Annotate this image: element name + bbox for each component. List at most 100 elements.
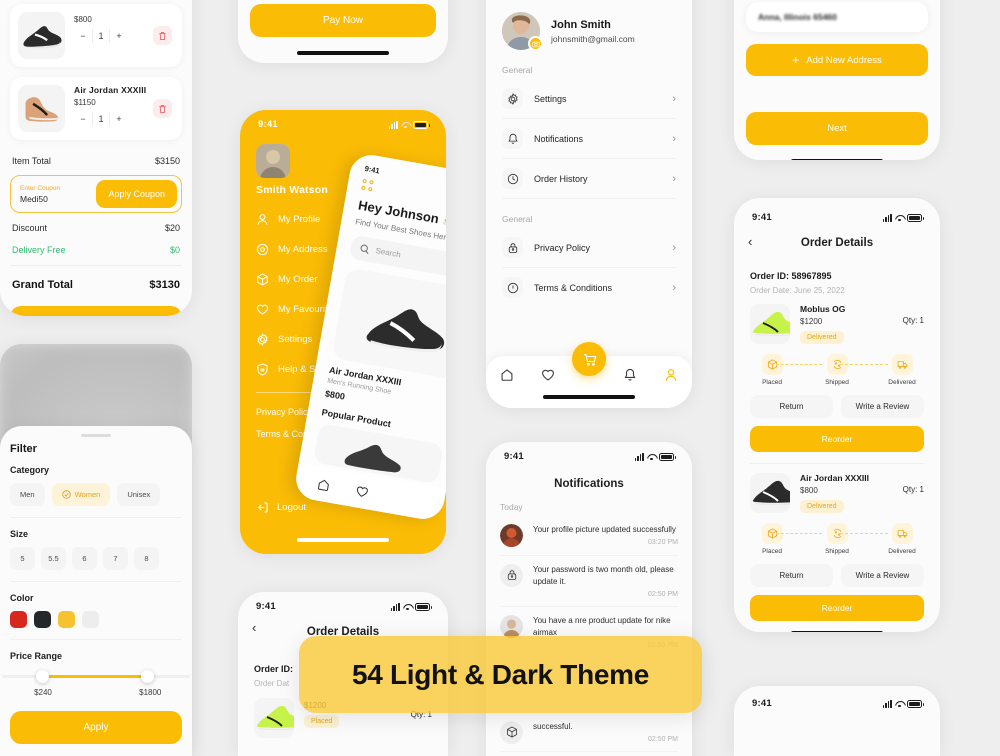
logout-button[interactable]: Logout	[256, 501, 306, 514]
avatar[interactable]	[502, 12, 543, 51]
notification-text: Your profile picture updated successfull…	[533, 525, 676, 534]
chip-women[interactable]: Women	[51, 483, 111, 506]
list-item-privacy-policy[interactable]: Privacy Policy ›	[486, 228, 692, 267]
slider-fill	[43, 675, 149, 678]
cart-fab-button[interactable]	[572, 342, 606, 376]
color-swatch-white[interactable]	[82, 611, 99, 628]
discount-label: Discount	[12, 223, 48, 233]
reorder-button[interactable]: Reorder	[750, 426, 924, 452]
increment-button[interactable]: +	[110, 29, 128, 43]
avatar[interactable]	[256, 144, 290, 178]
increment-button[interactable]: +	[110, 112, 128, 126]
heart-icon[interactable]	[355, 484, 370, 499]
quantity-value: 1	[92, 29, 110, 43]
chip-unisex[interactable]: Unisex	[117, 483, 161, 506]
proceed-to-checkout-button[interactable]: Proceed to Checkout	[10, 306, 182, 316]
divider	[750, 463, 924, 464]
product-thumbnail	[750, 304, 790, 344]
color-swatches	[10, 611, 182, 628]
gear-icon	[502, 88, 523, 109]
list-item[interactable]: You have a nre product update for nike	[486, 752, 692, 756]
add-new-address-button[interactable]: + Add New Address	[746, 44, 928, 76]
home-icon[interactable]	[316, 477, 331, 492]
list-item[interactable]: Your profile picture updated successfull…	[486, 516, 692, 555]
chip-men[interactable]: Men	[10, 483, 45, 506]
list-item-notifications[interactable]: Notifications ›	[486, 119, 692, 158]
grand-total-value: $3130	[149, 279, 180, 291]
size-option[interactable]: 7	[103, 547, 128, 570]
list-item-label: Privacy Policy	[534, 242, 591, 253]
delete-item-button[interactable]	[153, 99, 172, 118]
back-button[interactable]: ‹	[748, 234, 752, 249]
cart-screen: $800 − 1 + Air Jordan XXXIII $1150 − 1 +…	[0, 0, 192, 316]
write-review-button[interactable]: Write a Review	[841, 564, 924, 587]
grand-total-label: Grand Total	[12, 279, 73, 291]
list-item-settings[interactable]: Settings ›	[486, 79, 692, 118]
size-option[interactable]: 8	[134, 547, 159, 570]
order-tracker: Placed Shipped Delivered	[734, 344, 940, 386]
sheet-grabber[interactable]	[81, 434, 111, 437]
list-item-label: Terms & Conditions	[534, 282, 613, 293]
ui-kit-showcase: $800 − 1 + Air Jordan XXXIII $1150 − 1 +…	[0, 0, 1000, 756]
edit-photo-button[interactable]	[528, 36, 543, 51]
heart-icon[interactable]	[541, 368, 555, 382]
reorder-button[interactable]: Reorder	[750, 595, 924, 621]
featured-product-card[interactable]	[331, 266, 446, 380]
wifi-icon	[895, 214, 904, 222]
next-button[interactable]: Next	[746, 112, 928, 145]
chevron-right-icon: ›	[672, 92, 676, 105]
write-review-button[interactable]: Write a Review	[841, 395, 924, 418]
color-swatch-yellow[interactable]	[58, 611, 75, 628]
filter-sheet: Filter Category Men Women Unisex Size 5 …	[0, 426, 192, 756]
cart-item-price: $800	[74, 15, 92, 24]
cart-icon	[583, 353, 596, 366]
logout-label: Logout	[277, 502, 307, 513]
size-option[interactable]: 5.5	[41, 547, 66, 570]
slider-knob-min[interactable]	[35, 670, 49, 683]
info-icon	[502, 277, 523, 298]
saved-address-card[interactable]: Anna, Illinois 65460	[746, 2, 928, 32]
category-chips: Men Women Unisex	[10, 483, 182, 506]
size-option[interactable]: 5	[10, 547, 35, 570]
decrement-button[interactable]: −	[74, 29, 92, 43]
payment-screen: Pay Now	[238, 0, 448, 63]
color-swatch-black[interactable]	[34, 611, 51, 628]
product-name: Air Jordan XXXIII	[800, 473, 869, 483]
back-button[interactable]: ‹	[252, 620, 256, 635]
camera-icon	[531, 41, 540, 47]
user-icon	[257, 213, 268, 225]
truck-icon	[891, 523, 913, 544]
quantity-stepper[interactable]: − 1 +	[74, 112, 128, 126]
decrement-button[interactable]: −	[74, 112, 92, 126]
tracker-step-placed: Placed	[750, 523, 794, 555]
list-item-label: Notifications	[534, 133, 584, 144]
battery-icon	[907, 699, 925, 708]
list-item[interactable]: Your password is two month old, please u…	[486, 556, 692, 607]
size-option[interactable]: 6	[72, 547, 97, 570]
apply-filter-button[interactable]: Apply	[10, 711, 182, 744]
coupon-field[interactable]: Enter Coupon Medi50 Apply Coupon	[10, 175, 182, 213]
list-item-order-history[interactable]: Order History ›	[486, 159, 692, 198]
cart-item[interactable]: Air Jordan XXXIII $1150 − 1 +	[10, 77, 182, 140]
user-icon[interactable]	[664, 368, 678, 382]
color-swatch-red[interactable]	[10, 611, 27, 628]
address-line: Anna, Illinois 65460	[758, 12, 837, 22]
return-button[interactable]: Return	[750, 564, 833, 587]
apply-coupon-button[interactable]: Apply Coupon	[96, 180, 177, 208]
cart-item[interactable]: $800 − 1 +	[10, 4, 182, 67]
delete-item-button[interactable]	[153, 26, 172, 45]
price-range-slider[interactable]	[2, 669, 190, 685]
price-min: $240	[34, 688, 52, 697]
home-icon[interactable]	[500, 368, 514, 382]
list-item-terms-conditions[interactable]: Terms & Conditions ›	[486, 268, 692, 307]
category-label: Category	[10, 465, 50, 475]
filter-title: Filter	[10, 443, 37, 455]
bell-icon[interactable]	[623, 368, 637, 382]
pay-now-button[interactable]: Pay Now	[250, 4, 436, 37]
coupon-input[interactable]: Medi50	[20, 194, 60, 204]
slider-knob-max[interactable]	[141, 670, 155, 683]
quantity-stepper[interactable]: − 1 +	[74, 29, 128, 43]
product-thumbnail	[254, 698, 294, 738]
return-button[interactable]: Return	[750, 395, 833, 418]
notifications-group-label: Today	[500, 502, 523, 512]
